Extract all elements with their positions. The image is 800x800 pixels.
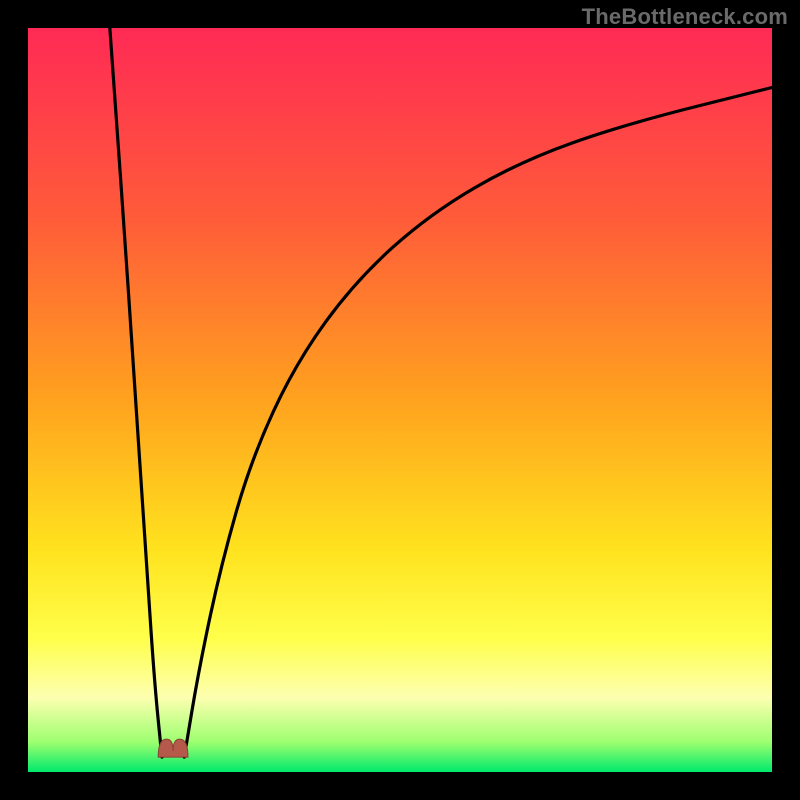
chart-frame: TheBottleneck.com	[0, 0, 800, 800]
gradient-background	[28, 28, 772, 772]
bottleneck-chart	[28, 28, 772, 772]
watermark-text: TheBottleneck.com	[582, 4, 788, 30]
